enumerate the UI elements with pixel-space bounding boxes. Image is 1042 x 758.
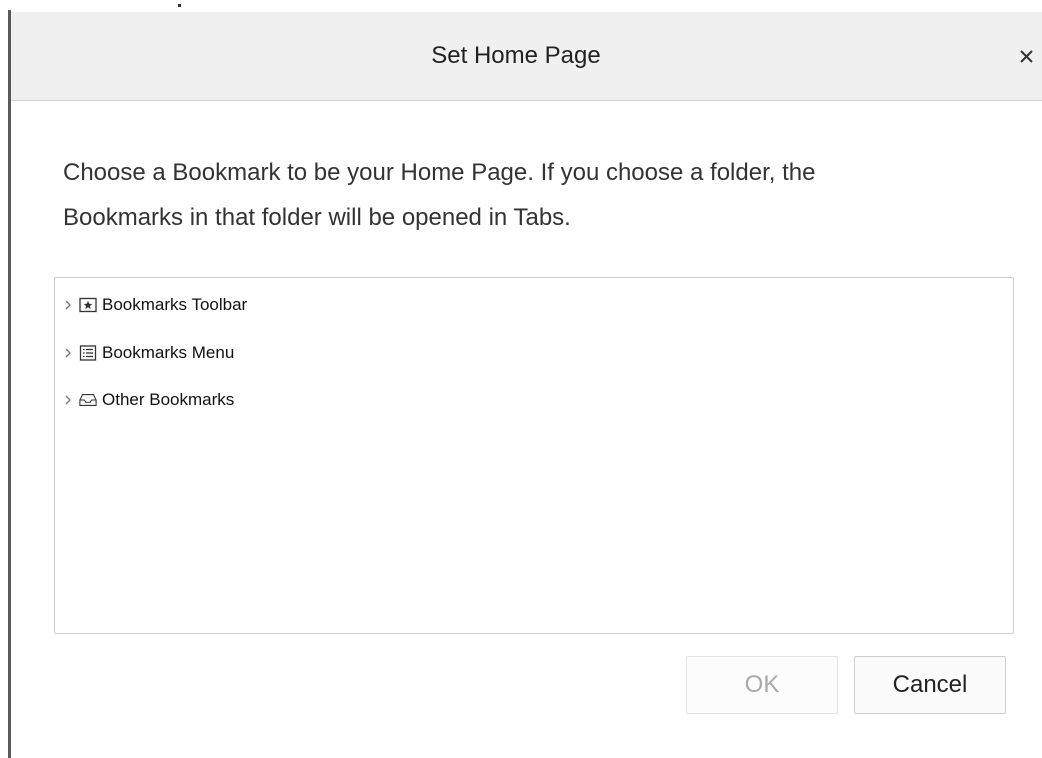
tree-item-other-bookmarks[interactable]: Other Bookmarks — [61, 386, 234, 414]
dialog-description: Choose a Bookmark to be your Home Page. … — [63, 150, 1023, 240]
ok-button[interactable]: OK — [686, 656, 838, 714]
tree-item-label: Bookmarks Toolbar — [102, 295, 248, 314]
close-icon — [1020, 50, 1033, 63]
bookmarks-menu-icon — [79, 344, 97, 362]
other-bookmarks-icon — [79, 391, 97, 409]
set-home-page-dialog: Set Home Page Choose a Bookmark to be yo… — [11, 12, 1042, 758]
tree-item-bookmarks-toolbar[interactable]: Bookmarks Toolbar — [61, 291, 247, 319]
cancel-button[interactable]: Cancel — [854, 656, 1006, 714]
bookmarks-toolbar-icon — [79, 296, 97, 314]
page: Set Home Page Choose a Bookmark to be yo… — [0, 0, 1042, 758]
tree-item-label: Bookmarks Menu — [102, 343, 235, 362]
close-button[interactable] — [1011, 40, 1041, 72]
tree-item-bookmarks-menu[interactable]: Bookmarks Menu — [61, 339, 234, 367]
description-line-2: Bookmarks in that folder will be opened … — [63, 204, 571, 231]
tree-item-label: Other Bookmarks — [102, 390, 235, 409]
description-line-1: Choose a Bookmark to be your Home Page. … — [63, 159, 816, 186]
chevron-right-icon[interactable] — [61, 393, 75, 407]
dialog-title: Set Home Page — [431, 42, 601, 69]
dialog-header: Set Home Page — [11, 12, 1042, 101]
bookmark-tree[interactable]: Bookmarks Toolbar Bookmarks Menu Other B… — [54, 277, 1014, 634]
window-edge-mark — [178, 4, 181, 7]
chevron-right-icon[interactable] — [61, 346, 75, 360]
chevron-right-icon[interactable] — [61, 298, 75, 312]
